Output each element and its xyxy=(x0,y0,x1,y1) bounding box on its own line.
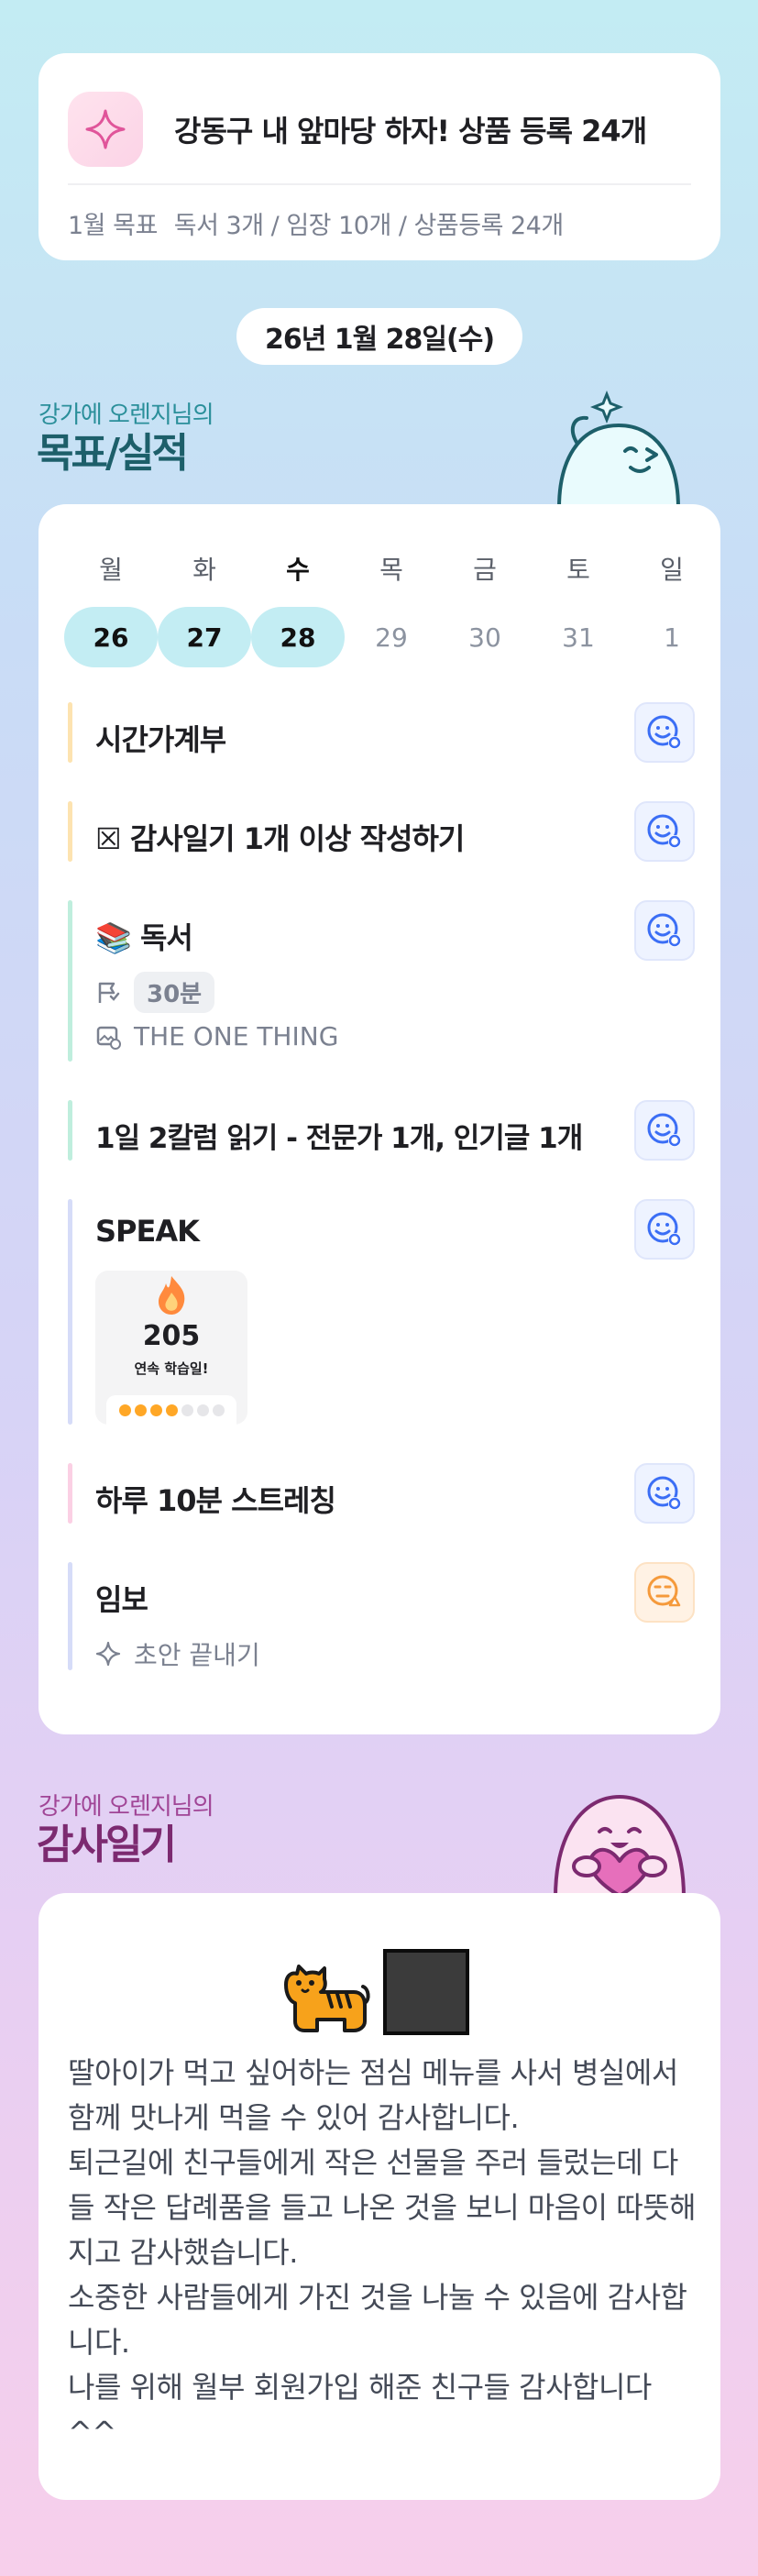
task-color-bar xyxy=(68,900,72,1062)
task-note: 초안 끝내기 xyxy=(134,1640,260,1670)
date-pill[interactable]: 26년 1월 28일(수) xyxy=(236,308,522,365)
task-color-bar xyxy=(68,702,72,763)
image-icon xyxy=(96,1026,121,1050)
weekday-wed: 수 xyxy=(286,555,310,585)
reading-duration-row: 30분 xyxy=(95,972,215,1013)
gratitude-paragraph: 퇴근길에 친구들에게 작은 선물을 주러 들렀는데 다들 작은 답례품을 들고 … xyxy=(68,2145,697,2270)
smile-icon xyxy=(647,814,681,848)
task-item[interactable]: 1일 2칼럼 읽기 - 전문가 1개, 인기글 1개 xyxy=(68,1100,695,1161)
date-29[interactable]: 29 xyxy=(345,607,438,667)
week-days: 월 화 수 목 금 토 일 xyxy=(64,550,720,587)
smile-icon xyxy=(647,1212,681,1246)
duration-chip: 30분 xyxy=(134,972,215,1013)
sparkle-icon xyxy=(68,92,143,167)
task-color-bar xyxy=(68,1100,72,1161)
records-card: 월 화 수 목 금 토 일 26 27 28 29 30 31 1 시간가계부 … xyxy=(38,504,720,1734)
task-item[interactable]: ☒ 감사일기 1개 이상 작성하기 xyxy=(68,801,695,862)
weekday-fri: 금 xyxy=(473,555,497,585)
gratitude-header-title: 감사일기 xyxy=(37,1822,177,1868)
gratitude-paragraph: 소중한 사람들에게 가진 것을 나눌 수 있음에 감사합니다. xyxy=(68,2280,687,2360)
task-note-row: 초안 끝내기 xyxy=(95,1635,260,1672)
date-27[interactable]: 27 xyxy=(158,607,251,667)
mascot-heart-character-icon xyxy=(546,1778,693,1899)
task-color-bar xyxy=(68,1199,72,1425)
gratitude-images xyxy=(280,1948,469,2036)
sparkle-icon xyxy=(95,1641,121,1667)
smile-icon xyxy=(647,1113,681,1147)
goal-sub-label: 1월 목표 xyxy=(68,212,158,240)
weekday-thu: 목 xyxy=(379,555,403,585)
smile-record-button[interactable] xyxy=(634,1100,695,1161)
flag-icon xyxy=(98,982,120,1003)
task-title: 시간가계부 xyxy=(95,722,226,757)
date-26[interactable]: 26 xyxy=(64,607,158,667)
weekday-sun: 일 xyxy=(660,555,684,585)
task-title: 임보 xyxy=(95,1582,148,1617)
goal-subtitle: 1월 목표 독서 3개 / 임장 10개 / 상품등록 24개 xyxy=(68,205,564,241)
task-item-reading[interactable]: 📚 독서 30분 THE ONE THING xyxy=(68,900,695,1062)
gratitude-card: 딸아이가 먹고 싶어하는 점심 메뉴를 사서 병실에서 함께 맛나게 먹을 수 … xyxy=(38,1893,720,2500)
image-placeholder xyxy=(383,1949,469,2035)
meh-record-button[interactable] xyxy=(634,1562,695,1623)
smile-record-button[interactable] xyxy=(634,801,695,862)
goal-sub-text: 독서 3개 / 임장 10개 / 상품등록 24개 xyxy=(173,212,564,240)
records-header-title: 목표/실적 xyxy=(37,430,189,477)
smile-icon xyxy=(647,913,681,947)
date-1[interactable]: 1 xyxy=(625,607,719,667)
task-color-bar xyxy=(68,1463,72,1524)
gratitude-paragraph: 나를 위해 월부 회원가입 해준 친구들 감사합니다 ^^ xyxy=(68,2370,652,2449)
smile-record-button[interactable] xyxy=(634,900,695,961)
task-color-bar xyxy=(68,801,72,862)
smile-icon xyxy=(647,715,681,749)
task-item-speak[interactable]: SPEAK 205 연속 학습일! xyxy=(68,1199,695,1425)
task-color-bar xyxy=(68,1562,72,1670)
smile-record-button[interactable] xyxy=(634,1199,695,1260)
streak-dots xyxy=(106,1395,236,1425)
task-title: 1일 2칼럼 읽기 - 전문가 1개, 인기글 1개 xyxy=(95,1122,583,1155)
task-title: 하루 10분 스트레칭 xyxy=(95,1483,336,1518)
streak-count: 205 xyxy=(142,1320,201,1352)
mascot-character-icon xyxy=(550,389,687,510)
goal-title: 강동구 내 앞마당 하자! 상품 등록 24개 xyxy=(174,114,647,149)
task-title: SPEAK xyxy=(95,1214,200,1249)
weekday-sat: 토 xyxy=(566,555,590,585)
tiger-icon xyxy=(284,1965,370,2032)
gratitude-paragraph: 딸아이가 먹고 싶어하는 점심 메뉴를 사서 병실에서 함께 맛나게 먹을 수 … xyxy=(68,2055,678,2135)
fire-icon xyxy=(159,1276,185,1315)
week-dates: 26 27 28 29 30 31 1 xyxy=(64,607,720,667)
monthly-goal-card[interactable]: 강동구 내 앞마당 하자! 상품 등록 24개 1월 목표 독서 3개 / 임장 … xyxy=(38,53,720,260)
reading-book-row: THE ONE THING xyxy=(95,1021,338,1051)
date-30[interactable]: 30 xyxy=(438,607,532,667)
streak-label: 연속 학습일! xyxy=(134,1360,209,1377)
task-title: ☒ 감사일기 1개 이상 작성하기 xyxy=(95,821,465,856)
week-calendar: 월 화 수 목 금 토 일 26 27 28 29 30 31 1 xyxy=(64,550,720,667)
weekday-tue: 화 xyxy=(192,555,216,585)
divider xyxy=(68,183,691,185)
date-31[interactable]: 31 xyxy=(532,607,625,667)
smile-icon xyxy=(647,1476,681,1510)
task-item[interactable]: 하루 10분 스트레칭 xyxy=(68,1463,695,1524)
weekday-mon: 월 xyxy=(99,555,123,585)
meh-icon xyxy=(647,1575,681,1607)
goal-row: 강동구 내 앞마당 하자! 상품 등록 24개 xyxy=(68,92,647,167)
task-title: 📚 독서 xyxy=(95,920,193,955)
gratitude-text: 딸아이가 먹고 싶어하는 점심 메뉴를 사서 병실에서 함께 맛나게 먹을 수 … xyxy=(68,2051,700,2455)
streak-screenshot[interactable]: 205 연속 학습일! xyxy=(95,1271,247,1425)
smile-record-button[interactable] xyxy=(634,702,695,763)
smile-record-button[interactable] xyxy=(634,1463,695,1524)
date-28[interactable]: 28 xyxy=(251,607,345,667)
task-item[interactable]: 시간가계부 xyxy=(68,702,695,763)
book-title: THE ONE THING xyxy=(134,1021,339,1051)
task-item[interactable]: 임보 초안 끝내기 xyxy=(68,1562,695,1670)
